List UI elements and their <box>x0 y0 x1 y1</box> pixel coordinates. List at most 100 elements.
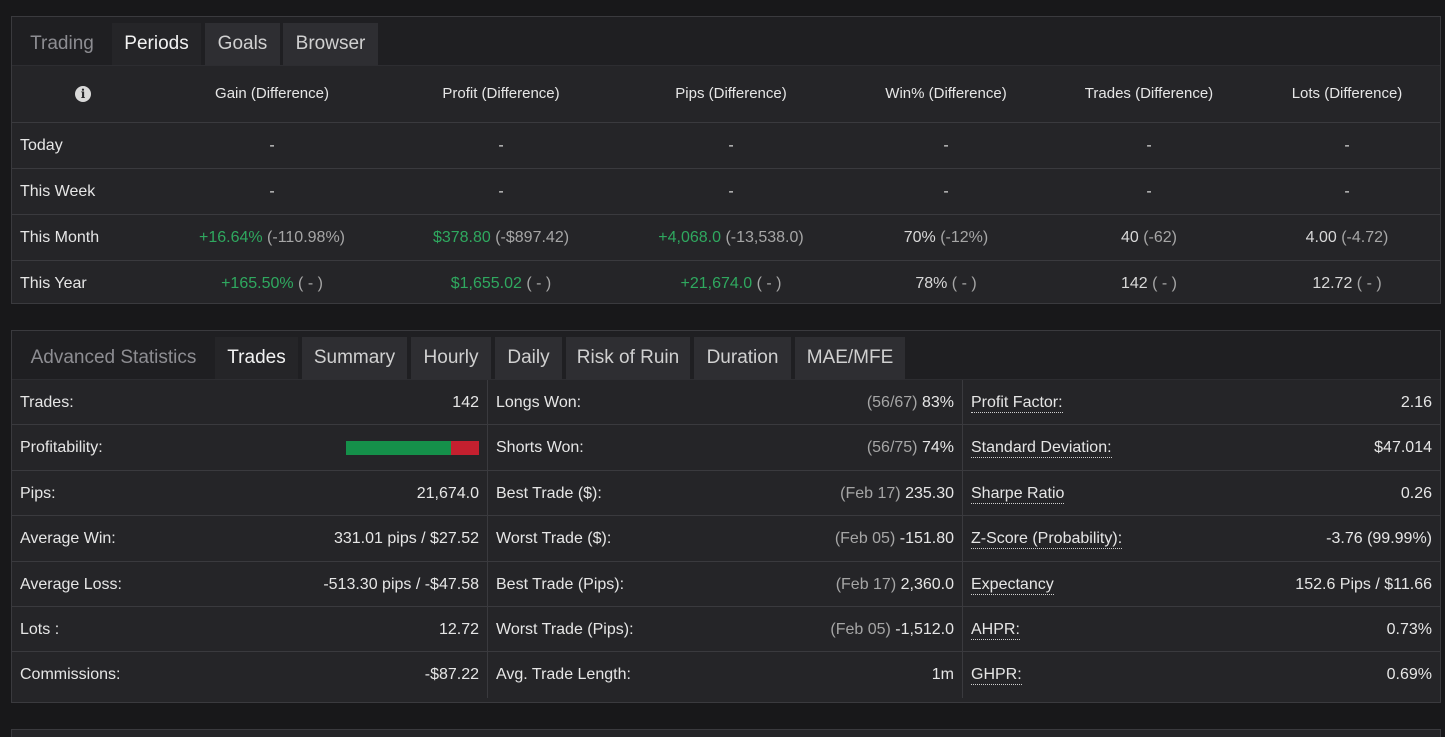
stat-label[interactable]: Profit Factor: <box>971 380 1063 425</box>
period-cell: - <box>406 123 596 168</box>
tab-browser[interactable]: Browser <box>283 23 378 65</box>
tab-advanced-statistics[interactable]: Advanced Statistics <box>12 337 215 379</box>
stat-value: -513.30 pips / -$47.58 <box>323 562 479 607</box>
stat-label-text: Best Trade ($): <box>496 484 602 502</box>
period-difference: ( - ) <box>947 275 977 292</box>
period-cell: 40 (-62) <box>1049 215 1249 260</box>
stat-value: 0.73% <box>1387 607 1432 652</box>
stat-detail: (56/75) <box>866 439 918 457</box>
stat-value: 331.01 pips / $27.52 <box>334 516 479 561</box>
stat-value-text: -$87.22 <box>424 666 479 684</box>
period-value: - <box>1146 183 1152 200</box>
tab-summary[interactable]: Summary <box>302 337 407 379</box>
stat-value: 2.16 <box>1401 380 1432 425</box>
stat-detail: (Feb 05) <box>834 530 896 548</box>
profitability-bar <box>346 441 479 456</box>
stat-value: (Feb 17) 235.30 <box>840 471 954 516</box>
period-value: $1,655.02 <box>450 275 522 292</box>
stat-label[interactable]: Z-Score (Probability): <box>971 516 1123 561</box>
stat-row: AHPR: 0.73% <box>963 607 1440 653</box>
period-difference: ( - ) <box>1352 275 1382 292</box>
period-value: - <box>1344 137 1350 154</box>
tab-trades[interactable]: Trades <box>215 337 298 379</box>
period-cell: - <box>177 169 367 214</box>
stat-label[interactable]: AHPR: <box>971 607 1020 652</box>
stat-label[interactable]: Expectancy <box>971 562 1054 607</box>
stat-label: Best Trade ($): <box>496 471 602 516</box>
stat-value-text: 331.01 pips / $27.52 <box>333 530 479 548</box>
period-cell: - <box>851 169 1041 214</box>
stat-value: (56/67) 83% <box>867 380 954 425</box>
stat-value-text: 0.69% <box>1386 666 1432 684</box>
col-header-gain: Gain (Difference) <box>215 85 329 102</box>
advanced-stats-grid: Trades: 142 Profitability: Pips: 21,674.0 Ave… <box>12 380 1440 698</box>
stat-label: Commissions: <box>20 652 120 697</box>
profitability-loss-segment <box>451 441 479 456</box>
stat-label[interactable]: Sharpe Ratio <box>971 471 1065 516</box>
stat-label-text: Z-Score (Probability): <box>971 530 1123 550</box>
period-row: Today - - - - - - <box>12 123 1440 169</box>
period-cell: $1,655.02 ( - ) <box>406 261 596 306</box>
stat-value-text: $47.014 <box>1374 439 1432 457</box>
stat-label-text: Worst Trade (Pips): <box>496 620 634 638</box>
period-cell: +21,674.0 ( - ) <box>636 261 826 306</box>
period-value: - <box>498 137 504 154</box>
stat-label-text: Avg. Trade Length: <box>496 666 631 684</box>
stat-value-text: 142 <box>452 394 479 411</box>
period-value: 70% <box>903 229 936 246</box>
tab-mae-mfe[interactable]: MAE/MFE <box>795 337 905 379</box>
stat-value: (Feb 05) -151.80 <box>835 516 954 561</box>
period-label: This Week <box>20 183 96 200</box>
stat-label-text: Pips: <box>20 484 56 502</box>
stat-row: Profitability: <box>12 425 487 471</box>
period-difference: ( - ) <box>293 275 323 292</box>
tab-trading[interactable]: Trading <box>12 23 112 65</box>
period-row: This Year +165.50% ( - ) $1,655.02 ( - ) +2… <box>12 261 1440 306</box>
stat-label-text: Commissions: <box>20 666 121 684</box>
period-cell: $378.80 (-$897.42) <box>406 215 596 260</box>
period-cell: - <box>1049 169 1249 214</box>
info-icon[interactable]: i <box>75 86 91 102</box>
tab-goals[interactable]: Goals <box>205 23 280 65</box>
period-value: - <box>943 137 949 154</box>
stat-value-text: 12.72 <box>438 620 479 638</box>
stat-value: 152.6 Pips / $11.66 <box>1295 562 1432 607</box>
period-cell: - <box>636 169 826 214</box>
stat-row: Z-Score (Probability): -3.76 (99.99%) <box>963 516 1440 562</box>
stats-column-2: Longs Won: (56/67) 83% Shorts Won: (56/75) … <box>487 380 962 698</box>
stat-row: Average Win: 331.01 pips / $27.52 <box>12 516 487 562</box>
tab-daily[interactable]: Daily <box>495 337 562 379</box>
period-difference: ( - ) <box>1147 275 1178 292</box>
stat-label-text: Average Loss: <box>20 575 122 593</box>
stat-label-text: GHPR: <box>971 666 1022 686</box>
period-value: - <box>728 183 734 200</box>
period-cell: - <box>636 123 826 168</box>
col-header-trades: Trades (Difference) <box>1084 85 1214 102</box>
period-value: - <box>269 137 275 154</box>
stat-row: Sharpe Ratio 0.26 <box>963 471 1440 517</box>
stats-column-1: Trades: 142 Profitability: Pips: 21,674.0 Ave… <box>12 380 487 698</box>
stat-value-text: 21,674.0 <box>416 484 479 502</box>
stat-label[interactable]: GHPR: <box>971 652 1022 697</box>
stat-label: Best Trade (Pips): <box>496 562 624 607</box>
period-value: +16.64% <box>198 229 263 246</box>
stat-label-text: Best Trade (Pips): <box>496 575 625 593</box>
period-difference: ( - ) <box>521 275 552 292</box>
stat-label: Profitability: <box>20 425 103 470</box>
stat-label-text: Worst Trade ($): <box>496 530 612 548</box>
period-cell: +16.64% (-110.98%) <box>177 215 367 260</box>
stat-row: Profit Factor: 2.16 <box>963 380 1440 426</box>
tab-hourly[interactable]: Hourly <box>411 337 491 379</box>
tab-risk-of-ruin[interactable]: Risk of Ruin <box>566 337 690 379</box>
stat-value: 0.26 <box>1401 471 1432 516</box>
stat-value: (Feb 17) 2,360.0 <box>836 562 954 607</box>
tab-periods[interactable]: Periods <box>112 23 201 65</box>
period-value: - <box>269 183 275 200</box>
stat-value-text: -513.30 pips / -$47.58 <box>323 575 479 593</box>
stat-label[interactable]: Standard Deviation: <box>971 425 1112 470</box>
tab-duration[interactable]: Duration <box>694 337 791 379</box>
stat-row: Average Loss: -513.30 pips / -$47.58 <box>12 562 487 607</box>
stat-label: Lots : <box>20 607 59 652</box>
stat-value: -3.76 (99.99%) <box>1326 516 1432 561</box>
periods-tabbar: Trading Periods Goals Browser <box>12 17 1440 66</box>
